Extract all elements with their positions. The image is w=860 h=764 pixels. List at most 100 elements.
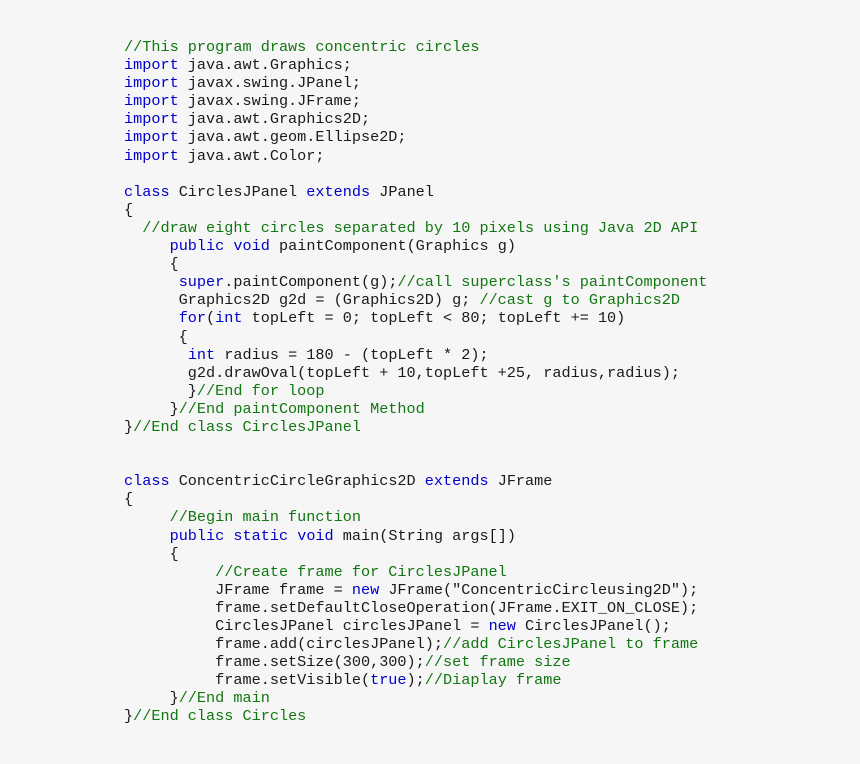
code-token: JFrame("ConcentricCircleusing2D"); (379, 580, 699, 599)
keyword-token: public (169, 526, 225, 545)
keyword-token: void (297, 526, 334, 545)
code-token: topLeft = 0; topLeft < 80; topLeft += 10… (242, 309, 626, 328)
keyword-token: import (124, 92, 179, 111)
code-token: Graphics2D g2d = (Graphics2D) g; (124, 291, 480, 310)
comment-token: //add CirclesJPanel to frame (443, 635, 699, 654)
code-token: ( (206, 309, 216, 328)
code-line: //This program draws concentric circles (124, 38, 707, 56)
code-token: { (124, 327, 188, 346)
code-line: JFrame frame = new JFrame("ConcentricCir… (124, 581, 707, 599)
keyword-token: import (124, 74, 179, 93)
code-token: } (124, 399, 179, 418)
code-line: }//End main (124, 689, 707, 707)
keyword-token: class (124, 472, 170, 491)
comment-token: //Begin main function (169, 508, 361, 527)
comment-token: //Diaplay frame (424, 671, 562, 690)
code-line: }//End class Circles (124, 707, 707, 725)
code-token: radius = 180 - (topLeft * 2); (215, 345, 489, 364)
code-line: Graphics2D g2d = (Graphics2D) g; //cast … (124, 291, 707, 309)
code-token: } (124, 689, 179, 708)
code-token: CirclesJPanel circlesJPanel = (124, 617, 489, 635)
code-token: CirclesJPanel(); (515, 617, 671, 635)
comment-token: //End paintComponent Method (178, 399, 425, 418)
code-token: .paintComponent(g); (224, 273, 398, 292)
code-line: class ConcentricCircleGraphics2D extends… (124, 472, 707, 490)
code-line: }//End class CirclesJPanel (124, 418, 707, 436)
comment-token: //This program draws concentric circles (124, 38, 480, 56)
keyword-token: import (124, 110, 179, 129)
code-token: java.awt.Color; (178, 146, 325, 165)
code-token: ); (406, 671, 425, 690)
keyword-token: static (233, 526, 289, 545)
comment-token: //Create frame for CirclesJPanel (215, 562, 507, 581)
code-token: paintComponent(Graphics g) (269, 237, 516, 256)
code-line: { (124, 545, 707, 563)
code-token: ConcentricCircleGraphics2D (169, 472, 425, 491)
code-token: JPanel (370, 182, 434, 201)
code-line: { (124, 490, 707, 508)
code-token: frame.add(circlesJPanel); (124, 635, 443, 654)
comment-token: //End for loop (196, 381, 325, 400)
comment-token: //End class Circles (133, 707, 307, 726)
code-line: { (124, 328, 707, 346)
code-line: public static void main(String args[]) (124, 527, 707, 545)
code-line: g2d.drawOval(topLeft + 10,topLeft +25, r… (124, 364, 707, 382)
code-token: CirclesJPanel (169, 182, 307, 201)
code-token: frame.setVisible( (124, 671, 371, 690)
code-listing: //This program draws concentric circles i… (124, 38, 707, 726)
code-token: javax.swing.JPanel; (178, 74, 361, 93)
keyword-token: import (124, 146, 179, 165)
code-line: int radius = 180 - (topLeft * 2); (124, 346, 707, 364)
comment-token: //set frame size (424, 653, 571, 672)
comment-token: //End class CirclesJPanel (133, 417, 361, 436)
code-line: import java.awt.Graphics; (124, 56, 707, 74)
code-token: } (124, 417, 134, 436)
code-line: frame.setDefaultCloseOperation(JFrame.EX… (124, 599, 707, 617)
keyword-token: true (370, 671, 407, 690)
code-line: frame.add(circlesJPanel);//add CirclesJP… (124, 635, 707, 653)
code-token: } (124, 707, 134, 726)
code-token: { (124, 490, 134, 509)
code-line: //draw eight circles separated by 10 pix… (124, 219, 707, 237)
code-line: for(int topLeft = 0; topLeft < 80; topLe… (124, 309, 707, 327)
keyword-token: void (233, 237, 270, 256)
code-token: g2d.drawOval(topLeft + 10,topLeft +25, r… (124, 363, 680, 382)
keyword-token: extends (306, 182, 371, 201)
keyword-token: for (178, 309, 207, 328)
keyword-token: class (124, 182, 170, 201)
code-line: frame.setSize(300,300);//set frame size (124, 653, 707, 671)
code-token: { (124, 544, 179, 563)
keyword-token: import (124, 56, 179, 75)
keyword-token: super (178, 273, 225, 292)
code-token: main(String args[]) (333, 526, 516, 545)
code-token: { (124, 200, 134, 219)
keyword-token: import (124, 128, 179, 147)
code-token: javax.swing.JFrame; (178, 92, 361, 111)
code-line: { (124, 255, 707, 273)
code-line: frame.setVisible(true);//Diaplay frame (124, 671, 707, 689)
keyword-token: extends (424, 472, 489, 491)
keyword-token: public (169, 237, 225, 256)
comment-token: //End main (178, 689, 270, 708)
comment-token: //call superclass's paintComponent (397, 273, 708, 292)
code-line: public void paintComponent(Graphics g) (124, 237, 707, 255)
code-token: java.awt.Graphics2D; (178, 110, 371, 129)
code-line: import javax.swing.JFrame; (124, 92, 707, 110)
code-token: } (124, 381, 197, 400)
code-token: java.awt.Graphics; (178, 56, 352, 75)
comment-token: //draw eight circles separated by 10 pix… (124, 218, 699, 237)
code-line: super.paintComponent(g);//call superclas… (124, 273, 708, 292)
code-line: }//End paintComponent Method (124, 400, 707, 418)
code-line: //Begin main function (124, 508, 707, 526)
code-line: }//End for loop (124, 382, 707, 400)
